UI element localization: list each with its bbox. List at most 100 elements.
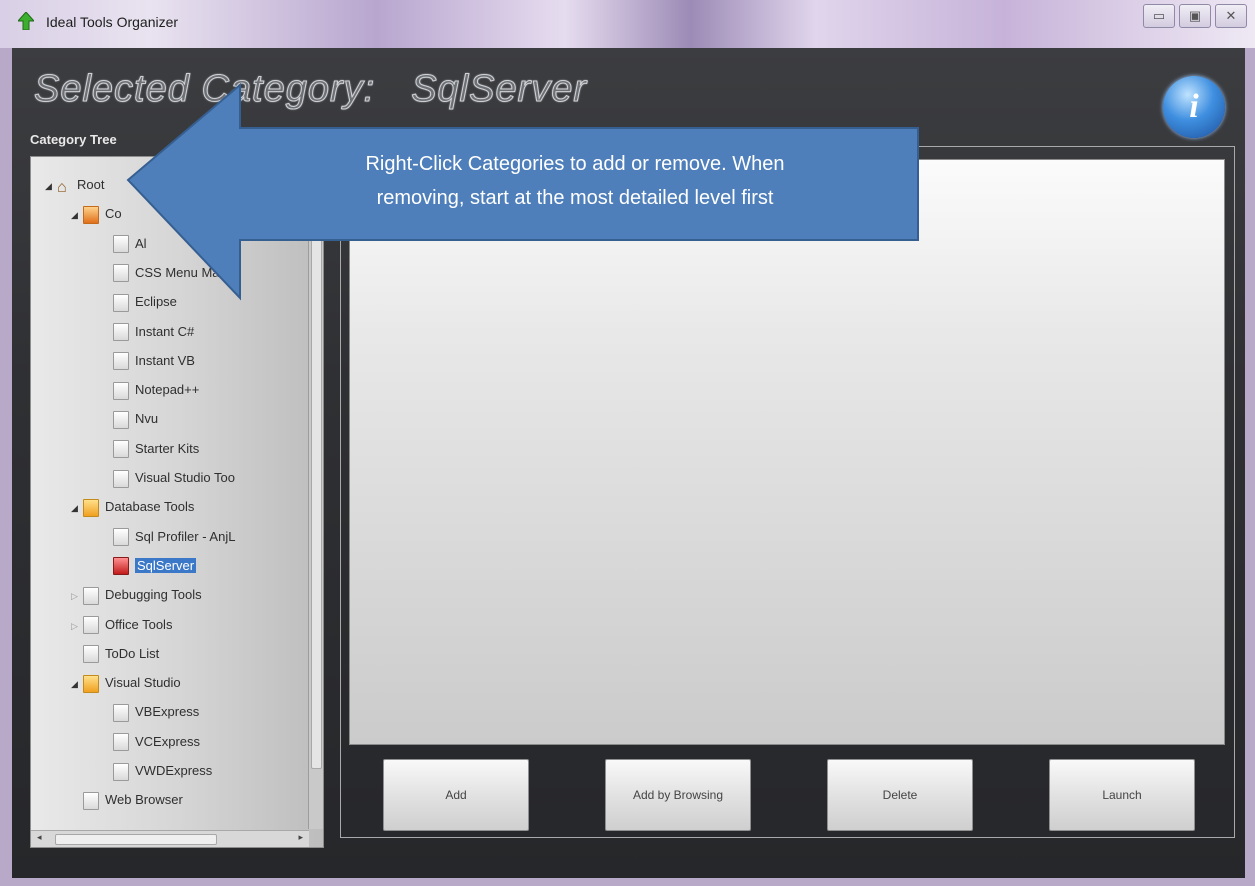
tree-item[interactable]: SqlServer xyxy=(101,556,197,576)
file-icon xyxy=(83,645,99,664)
expanded-toggle-icon[interactable]: ◢ xyxy=(71,674,83,694)
expanded-toggle-icon[interactable]: ◢ xyxy=(45,176,57,196)
tree-item[interactable]: Eclipse xyxy=(101,292,177,312)
category-tree[interactable]: ◂ ▸ ◢ ⌂ Root ◢ Co Al CSS Menu Maker Eclipse Inst… xyxy=(30,156,324,848)
tree-item[interactable]: Web Browser xyxy=(71,790,183,810)
tree-item-label: Al xyxy=(135,235,147,251)
tree-item[interactable]: ◢ Co xyxy=(71,204,122,224)
tools-list[interactable] xyxy=(349,159,1225,745)
tree-item-label: Database Tools xyxy=(105,499,195,515)
launch-button[interactable]: Launch xyxy=(1049,759,1195,831)
tree-item[interactable]: Nvu xyxy=(101,409,158,429)
tree-horizontal-scroll-thumb[interactable] xyxy=(55,834,217,845)
folder-icon xyxy=(83,498,99,517)
tree-item-label: VBExpress xyxy=(135,704,200,720)
tree-item[interactable]: VBExpress xyxy=(101,702,199,722)
tree-item-label: Eclipse xyxy=(135,294,177,310)
file-icon xyxy=(113,733,129,752)
callout-line-1: Right-Click Categories to add or remove.… xyxy=(365,153,785,175)
tree-item[interactable]: ToDo List xyxy=(71,644,159,664)
file-icon xyxy=(83,586,99,605)
file-icon xyxy=(113,762,129,781)
callout-line-2: removing, start at the most detailed lev… xyxy=(376,187,774,209)
add-button[interactable]: Add xyxy=(383,759,529,831)
file-icon xyxy=(113,352,129,371)
selected-file-icon xyxy=(113,557,129,576)
tree-item[interactable]: Al xyxy=(101,234,147,254)
tree-item-label: CSS Menu Maker xyxy=(135,264,238,280)
selected-category-value: SqlServer xyxy=(411,68,588,111)
tree-item[interactable]: Notepad++ xyxy=(101,380,199,400)
tree-item[interactable]: Starter Kits xyxy=(101,439,199,459)
close-button[interactable]: ✕ xyxy=(1215,4,1247,28)
tree-item-label: Visual Studio xyxy=(105,675,181,691)
app-arrow-icon xyxy=(18,12,34,30)
scroll-left-arrow-icon[interactable]: ◂ xyxy=(37,832,42,843)
window-title: Ideal Tools Organizer xyxy=(46,14,179,30)
selected-category-label: Selected Category: xyxy=(33,68,376,111)
tree-item-label: Notepad++ xyxy=(135,382,200,398)
tree-item[interactable]: ▷ Debugging Tools xyxy=(71,585,202,605)
file-icon xyxy=(113,469,129,488)
file-icon xyxy=(83,791,99,810)
file-icon xyxy=(113,528,129,547)
tree-horizontal-scrollbar[interactable]: ◂ ▸ xyxy=(31,830,309,847)
tree-item[interactable]: ◢ ⌂ Root xyxy=(45,175,105,196)
folder-icon xyxy=(83,674,99,693)
tree-item-label: Root xyxy=(77,177,105,192)
file-icon xyxy=(113,440,129,459)
tree-item-label: Visual Studio Too xyxy=(135,470,235,485)
tree-item[interactable]: ◢ Visual Studio xyxy=(71,673,181,693)
expanded-toggle-icon[interactable]: ◢ xyxy=(71,205,83,225)
file-icon xyxy=(113,410,129,429)
title-bar: Ideal Tools Organizer ▭ ▣ ✕ xyxy=(0,0,1255,48)
file-icon xyxy=(113,381,129,400)
file-icon xyxy=(113,323,129,342)
folder-icon xyxy=(83,205,99,224)
tree-item-label: ToDo List xyxy=(105,645,160,661)
tree-item[interactable]: ▷ Office Tools xyxy=(71,615,172,635)
scroll-right-arrow-icon[interactable]: ▸ xyxy=(298,832,303,843)
home-icon: ⌂ xyxy=(57,178,67,196)
tree-item-label: SqlServer xyxy=(135,557,197,573)
file-icon xyxy=(113,293,129,312)
file-icon xyxy=(113,703,129,722)
tree-item-label: Co xyxy=(105,206,122,222)
tree-item-label: Nvu xyxy=(135,411,159,427)
callout-text: Right-Click Categories to add or remove.… xyxy=(250,147,900,215)
tree-item[interactable]: Visual Studio Too xyxy=(101,468,235,488)
expanded-toggle-icon[interactable]: ◢ xyxy=(71,498,83,518)
info-icon[interactable]: i xyxy=(1163,76,1225,138)
tree-item[interactable]: Instant C# xyxy=(101,322,194,342)
tree-item-label: Instant C# xyxy=(135,323,195,339)
tree-item-label: Sql Profiler - AnjL xyxy=(135,528,236,544)
page-title: Selected Category: SqlServer xyxy=(33,68,588,111)
add-by-browsing-button[interactable]: Add by Browsing xyxy=(605,759,751,831)
collapsed-toggle-icon[interactable]: ▷ xyxy=(71,616,83,636)
tree-item[interactable]: ◢ Database Tools xyxy=(71,497,194,517)
tree-item[interactable]: Sql Profiler - AnjL xyxy=(101,527,235,547)
window-controls: ▭ ▣ ✕ xyxy=(1143,4,1247,28)
tree-item[interactable]: VWDExpress xyxy=(101,761,212,781)
tree-item[interactable]: Instant VB xyxy=(101,351,195,371)
tree-item-label: Starter Kits xyxy=(135,440,200,456)
tree-vertical-scroll-thumb[interactable] xyxy=(311,207,322,769)
file-icon xyxy=(113,235,129,254)
file-icon xyxy=(113,264,129,283)
category-tree-label: Category Tree xyxy=(30,132,117,147)
tree-item-label: Debugging Tools xyxy=(105,587,202,603)
collapsed-toggle-icon[interactable]: ▷ xyxy=(71,586,83,606)
file-icon xyxy=(83,616,99,635)
tree-item[interactable]: VCExpress xyxy=(101,732,200,752)
maximize-button[interactable]: ▣ xyxy=(1179,4,1211,28)
minimize-button[interactable]: ▭ xyxy=(1143,4,1175,28)
delete-button[interactable]: Delete xyxy=(827,759,973,831)
tree-item[interactable]: CSS Menu Maker xyxy=(101,263,238,283)
tree-item-label: Web Browser xyxy=(105,792,183,808)
tools-panel: Add Add by Browsing Delete Launch xyxy=(340,146,1235,838)
tree-item-label: Office Tools xyxy=(105,616,173,632)
tree-item-label: VWDExpress xyxy=(135,763,213,778)
tree-vertical-scrollbar[interactable] xyxy=(308,157,323,829)
tree-item-label: Instant VB xyxy=(135,352,195,368)
tree-item-label: VCExpress xyxy=(135,733,201,749)
